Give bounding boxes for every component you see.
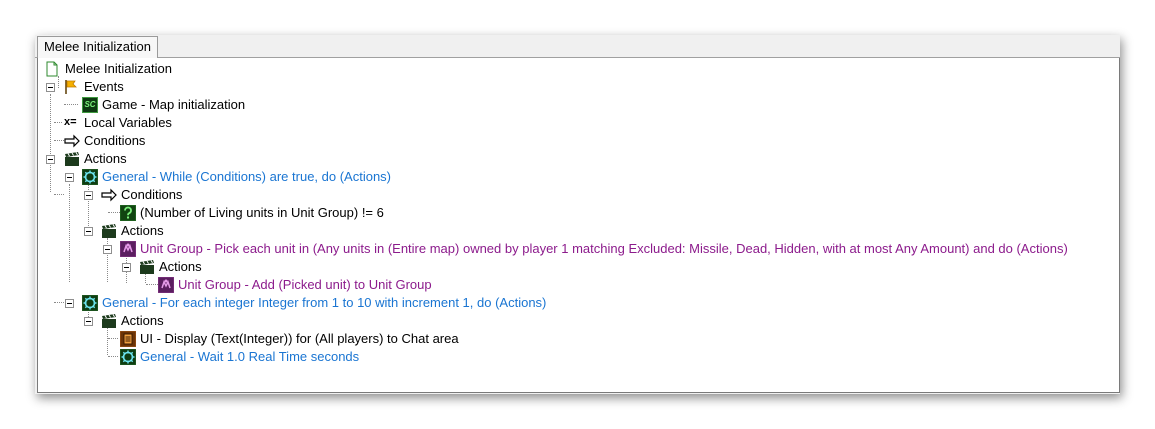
tree-node-while-conditions-label: Conditions (121, 187, 183, 202)
clapperboard-icon (102, 314, 116, 328)
clapperboard-icon (65, 152, 79, 166)
clapperboard-icon (102, 224, 116, 238)
tree-node-for-each-integer-label: General - For each integer Integer from … (102, 295, 547, 310)
tree-node-wait-label: General - Wait 1.0 Real Time seconds (140, 349, 360, 364)
collapse-toggle-while-conditions[interactable] (84, 191, 93, 200)
tree-node-conditions-label: Conditions (84, 133, 146, 148)
collapse-toggle-while[interactable] (65, 173, 74, 182)
arrow-right-icon (101, 188, 117, 202)
tree-node-actions-label: Actions (84, 151, 127, 166)
tree-node-ui-display-label: UI - Display (Text(Integer)) for (All pl… (140, 331, 459, 346)
trigger-tree: Melee Initialization Events SC Game - Ma… (37, 58, 1120, 393)
tree-node-while-action-label: General - While (Conditions) are true, d… (102, 169, 392, 184)
gear-icon (82, 169, 98, 185)
collapse-toggle-pick-actions[interactable] (122, 263, 131, 272)
tree-node-local-variables-label: Local Variables (84, 115, 172, 130)
tree-node-pick-each-unit-label: Unit Group - Pick each unit in (Any unit… (140, 241, 1068, 256)
question-icon (120, 205, 136, 221)
tree-node-events-label: Events (84, 79, 124, 94)
ui-display-icon (120, 331, 136, 347)
unit-group-icon (120, 241, 136, 257)
tree-node-pick-actions-label: Actions (159, 259, 202, 274)
tab-melee-initialization[interactable]: Melee Initialization (37, 36, 158, 59)
collapse-toggle-for-each[interactable] (65, 299, 74, 308)
tree-node-while-actions-label: Actions (121, 223, 164, 238)
collapse-toggle-pick-each-unit[interactable] (103, 245, 112, 254)
clapperboard-icon (140, 260, 154, 274)
collapse-toggle-events[interactable] (46, 83, 55, 92)
collapse-toggle-for-actions[interactable] (84, 317, 93, 326)
flag-icon (65, 80, 77, 94)
tree-node-root-label: Melee Initialization (65, 61, 172, 76)
arrow-right-icon (64, 134, 80, 148)
variable-icon: x= (64, 116, 77, 128)
gear-icon (82, 295, 98, 311)
unit-group-icon (158, 277, 174, 293)
tab-strip: Melee Initialization (35, 35, 1120, 59)
sc-event-icon: SC (82, 97, 98, 113)
tree-node-for-actions-label: Actions (121, 313, 164, 328)
tree-node-event-map-init-label: Game - Map initialization (102, 97, 246, 112)
gear-icon (120, 349, 136, 365)
document-icon (46, 61, 58, 77)
tree-node-add-unit-label: Unit Group - Add (Picked unit) to Unit G… (178, 277, 432, 292)
collapse-toggle-actions[interactable] (46, 155, 55, 164)
trigger-editor-window: Melee Initialization Melee Initializatio… (35, 35, 1120, 394)
tree-node-while-condition-expr-label: (Number of Living units in Unit Group) !… (140, 205, 384, 220)
collapse-toggle-while-actions[interactable] (84, 227, 93, 236)
